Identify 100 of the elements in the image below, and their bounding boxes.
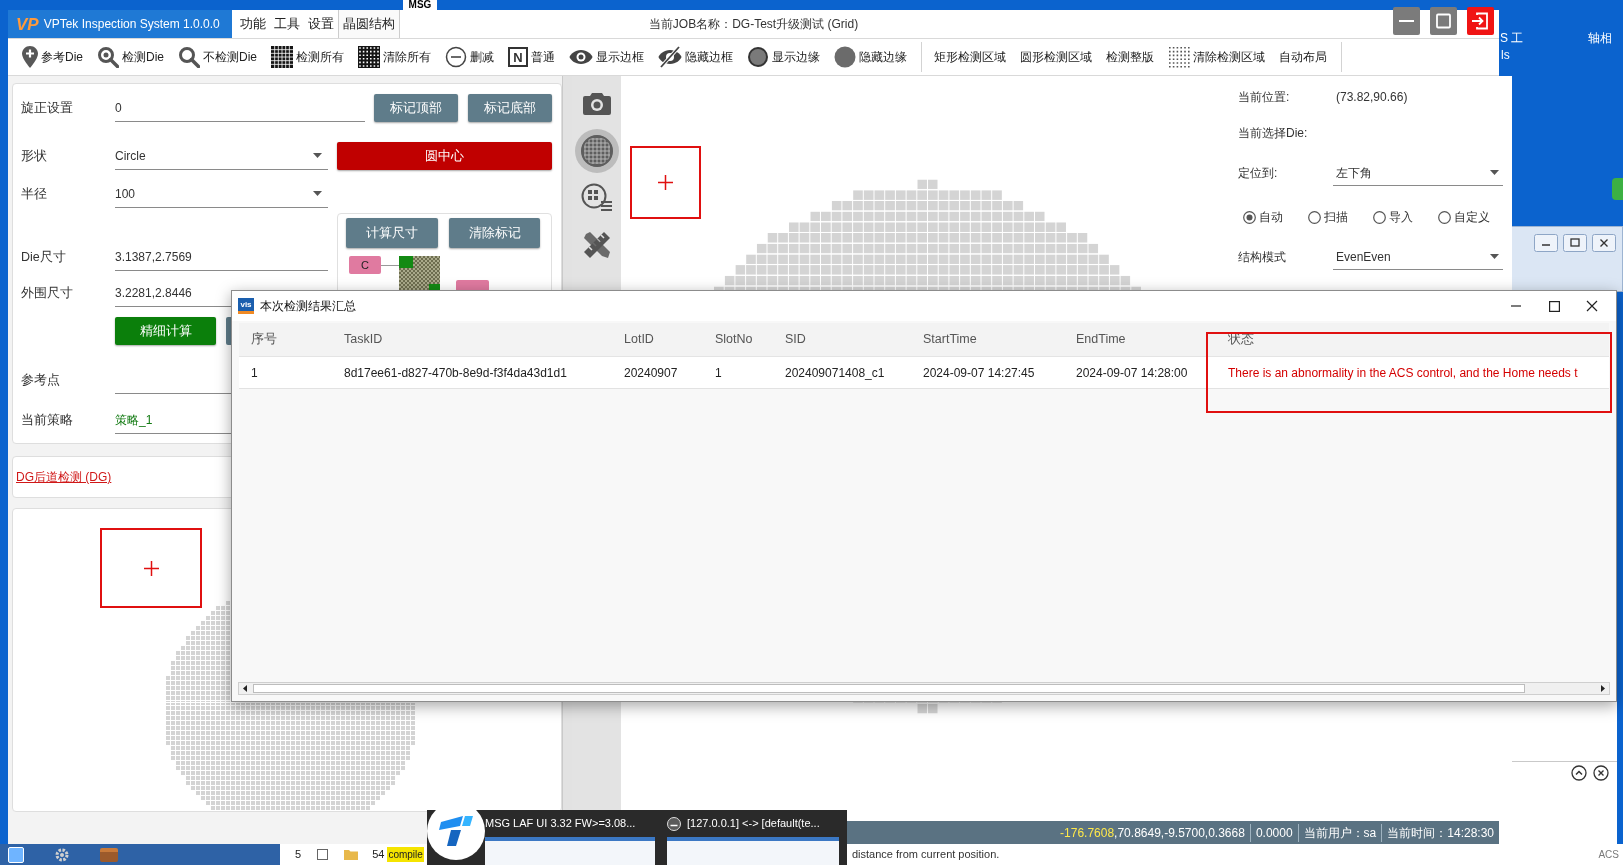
gear-icon[interactable] — [54, 846, 70, 863]
column-header: SID — [773, 323, 911, 357]
preview-title[interactable]: [127.0.0.1] <-> [default(te... — [687, 815, 820, 832]
column-header: TaskID — [332, 323, 612, 357]
eye-slash-icon — [658, 46, 683, 68]
toolbar-button[interactable]: 隐藏边缘 — [834, 46, 908, 68]
maximize-icon[interactable] — [1548, 300, 1560, 312]
table-cell: 1 — [239, 357, 332, 389]
menu-tab[interactable]: 设置 — [304, 10, 338, 38]
toolbar-button[interactable]: 矩形检测区域 — [934, 48, 1007, 66]
crosshair-icon — [658, 175, 673, 190]
close-icon[interactable] — [1592, 234, 1616, 252]
field-label: 结构模式 — [1238, 249, 1287, 266]
wafer-list-icon — [580, 183, 613, 213]
shape-select[interactable]: Circle — [115, 142, 328, 170]
minimize-icon[interactable] — [1393, 7, 1420, 35]
mode-radio[interactable]: 自动 — [1243, 208, 1308, 226]
rotation-input[interactable]: 0 — [115, 94, 365, 122]
radius-select[interactable]: 100 — [115, 180, 328, 208]
field-label: 当前策略 — [21, 411, 74, 429]
dg-inspection-link[interactable]: DG后道检测 (DG) — [16, 468, 112, 486]
toolbar-button[interactable]: 显示边缘 — [747, 46, 821, 68]
chevron-up-circle-icon[interactable] — [1571, 765, 1587, 781]
toolbar-button[interactable]: 隐藏边框 — [658, 46, 734, 68]
menu-tab[interactable]: 工具 — [270, 10, 304, 38]
exit-icon[interactable] — [1467, 7, 1494, 35]
caret-icon — [1490, 254, 1499, 259]
magnifier-icon — [178, 46, 201, 68]
magnifier-dot-icon — [97, 46, 119, 68]
desktop-icon-label: 轴相 — [1588, 31, 1612, 45]
coordinates-text: -176.7608,70.8649,-9.5700,0.3668 — [1059, 824, 1246, 842]
window-thumbnail[interactable] — [667, 837, 839, 865]
minus-circle-icon — [445, 46, 468, 68]
scrollbar-thumb[interactable] — [253, 684, 1525, 693]
menu-tab[interactable]: 晶圆结构 — [338, 10, 400, 38]
restore-icon[interactable] — [1563, 234, 1587, 252]
table-cell: There is an abnormality in the ACS control, and the Home needs t — [1216, 357, 1609, 389]
table-cell: 1 — [703, 357, 773, 389]
desktop-icon-label: ls — [1501, 48, 1510, 62]
menu-tab[interactable]: 功能 — [236, 10, 270, 38]
disc-icon — [834, 46, 857, 68]
toolbar-button[interactable]: 检测所有 — [271, 46, 345, 68]
count-text: 54 — [372, 847, 385, 863]
desktop-icon-label: S 工 — [1500, 31, 1524, 45]
caret-icon — [313, 191, 322, 196]
horizontal-scrollbar[interactable] — [238, 682, 1610, 695]
toolbar-button[interactable]: 检测整版 — [1106, 48, 1155, 66]
field-label: 半径 — [21, 185, 48, 203]
position-value: (73.82,90.66) — [1336, 89, 1408, 106]
eye-icon — [569, 49, 594, 65]
toolbar-button[interactable]: 删减 — [445, 46, 495, 68]
toolbar-button[interactable]: 检测Die — [97, 46, 165, 68]
structure-select[interactable]: EvenEven — [1333, 244, 1503, 270]
table-cell: 2024-09-07 14:28:00 — [1064, 357, 1216, 389]
app-title: VPTek Inspection System 1.0.0.0 — [43, 16, 220, 33]
close-circle-icon[interactable] — [1593, 765, 1609, 781]
toolbar-button[interactable]: 自动布局 — [1279, 48, 1328, 66]
brand-logo: VP — [16, 15, 39, 33]
column-header: LotID — [612, 323, 703, 357]
mode-radio[interactable]: 扫描 — [1308, 208, 1373, 226]
desktop-icon-label: MSG — [403, 0, 437, 10]
mode-radio[interactable]: 导入 — [1373, 208, 1438, 226]
tool-button[interactable] — [574, 129, 619, 173]
camera-icon — [581, 91, 612, 117]
current-user-text: 当前用户：sa — [1297, 823, 1382, 842]
field-label: 参考点 — [21, 371, 61, 389]
app-tile-icon[interactable] — [8, 846, 24, 863]
checkbox-icon[interactable] — [317, 849, 329, 860]
count-text: 5 — [295, 847, 302, 863]
toolbar-button[interactable]: N 普通 — [508, 47, 556, 67]
table-cell: 2024-09-07 14:27:45 — [911, 357, 1064, 389]
preview-title[interactable]: MSG LAF UI 3.32 FW>=3.08... — [485, 815, 636, 832]
mark-bottom-button[interactable]: 标记底部 — [468, 94, 552, 122]
marker-tile[interactable]: C — [349, 256, 381, 274]
toolbar-button[interactable]: 显示边框 — [569, 48, 645, 66]
job-title: 当前JOB名称：DG-Test升级测试 (Grid) — [648, 16, 859, 33]
die-size-input[interactable]: 3.1387,2.7569 — [115, 243, 328, 271]
field-label: 当前选择Die: — [1238, 125, 1308, 142]
column-header: EndTime — [1064, 323, 1216, 357]
toolbar-button[interactable]: 清除检测区域 — [1168, 46, 1266, 68]
window-thumbnail[interactable] — [485, 837, 655, 865]
fine-calc-button[interactable]: 精细计算 — [115, 317, 216, 345]
clear-marks-button[interactable]: 清除标记 — [449, 218, 540, 248]
app-circle-icon — [667, 816, 681, 831]
locate-select[interactable]: 左下角 — [1333, 160, 1503, 186]
minimize-icon[interactable] — [1534, 234, 1558, 252]
mark-top-button[interactable]: 标记顶部 — [374, 94, 458, 122]
toolbar-button[interactable]: 不检测Die — [178, 46, 258, 68]
calc-size-button[interactable]: 计算尺寸 — [346, 218, 438, 248]
ring-icon — [747, 46, 770, 68]
close-icon[interactable] — [1586, 300, 1598, 312]
toolbar-button[interactable]: 圆形检测区域 — [1020, 48, 1093, 66]
field-label: 形状 — [21, 147, 48, 165]
ruler-pencil-icon — [581, 230, 612, 260]
toolbar-button[interactable]: 参考Die — [22, 46, 83, 68]
table-cell: 20240907 — [612, 357, 703, 389]
toolbar-button[interactable]: 清除所有 — [358, 46, 432, 68]
circle-center-button[interactable]: 圆中心 — [337, 142, 552, 170]
mode-radio[interactable]: 自定义 — [1438, 208, 1503, 226]
field-label: Die尺寸 — [21, 248, 67, 266]
